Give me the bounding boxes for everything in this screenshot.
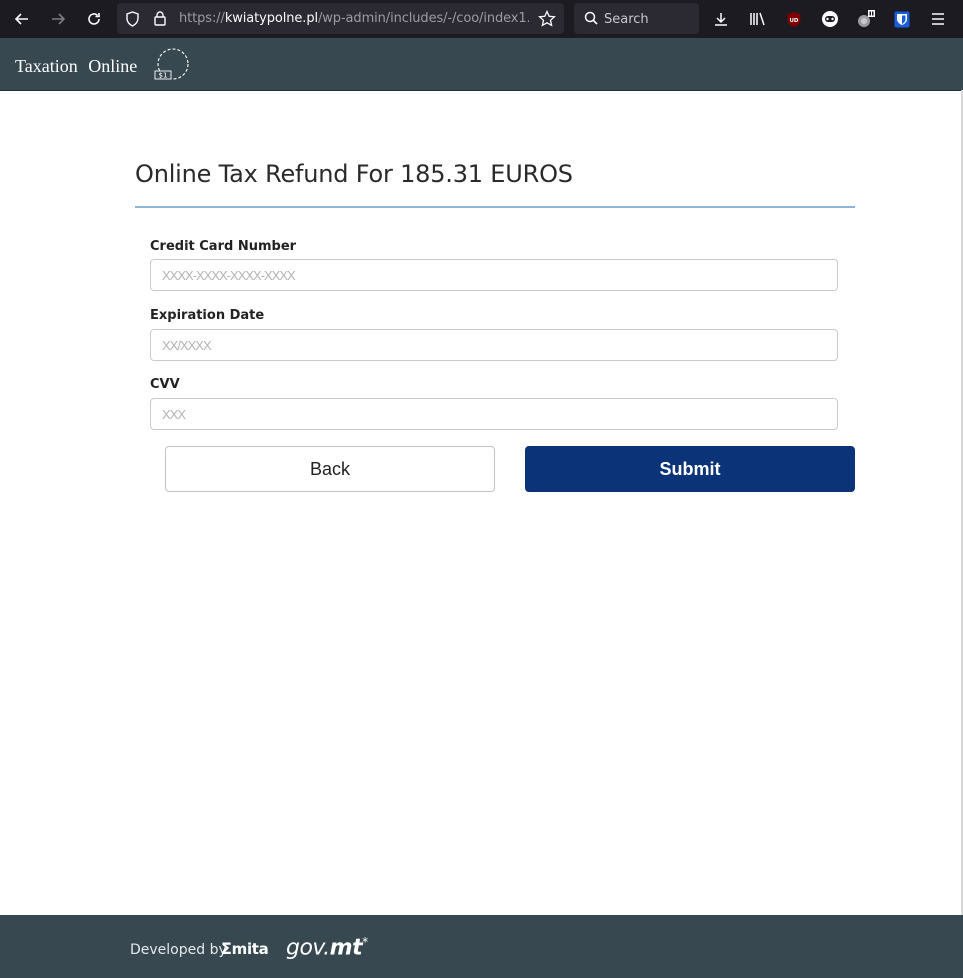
- site-header: Taxation Online $1: [0, 38, 963, 91]
- mita-logo[interactable]: Σmita: [221, 939, 269, 958]
- site-footer: Developed by Σmita gov.mt*: [0, 915, 963, 978]
- ublock-origin-icon[interactable]: UD: [782, 7, 806, 31]
- back-button[interactable]: Back: [165, 446, 495, 492]
- gov-mt-logo[interactable]: gov.mt*: [286, 935, 368, 960]
- search-bar[interactable]: Search: [574, 3, 699, 34]
- browser-toolbar: https://kwiatypolne.pl/wp-admin/includes…: [0, 0, 963, 38]
- extension-puzzle-icon[interactable]: [854, 7, 878, 31]
- ghost-extension-icon[interactable]: [818, 7, 842, 31]
- brand-title[interactable]: Taxation Online: [15, 56, 137, 77]
- expiration-date-input[interactable]: [150, 329, 838, 361]
- bookmark-star-icon[interactable]: [538, 9, 556, 32]
- cvv-label: CVV: [150, 377, 180, 392]
- url-text: https://kwiatypolne.pl/wp-admin/includes…: [179, 11, 529, 26]
- back-arrow-icon[interactable]: [8, 5, 36, 33]
- page-title: Online Tax Refund For 185.31 EUROS: [135, 160, 573, 188]
- credit-card-label: Credit Card Number: [150, 239, 297, 254]
- title-divider: [135, 206, 855, 208]
- address-bar[interactable]: https://kwiatypolne.pl/wp-admin/includes…: [117, 3, 564, 34]
- search-placeholder: Search: [604, 12, 649, 27]
- search-icon: [584, 11, 598, 30]
- lock-icon[interactable]: [153, 10, 167, 32]
- expiration-date-label: Expiration Date: [150, 308, 265, 323]
- mita-logo-text: mita: [231, 940, 269, 958]
- url-host: kwiatypolne.pl: [224, 11, 318, 26]
- credit-card-input[interactable]: [150, 259, 838, 291]
- gov-logo-suffix: mt: [329, 935, 363, 961]
- svg-text:$1: $1: [159, 72, 168, 80]
- developed-by-text: Developed by: [130, 942, 227, 958]
- svg-text:UD: UD: [789, 18, 798, 24]
- reload-icon[interactable]: [80, 5, 108, 33]
- library-icon[interactable]: [746, 7, 770, 31]
- gov-logo-prefix: gov.: [286, 935, 330, 961]
- forward-arrow-icon[interactable]: [44, 5, 72, 33]
- brand-logo-icon: $1: [153, 46, 193, 89]
- hamburger-menu-icon[interactable]: [926, 7, 950, 31]
- download-icon[interactable]: [709, 7, 733, 31]
- submit-button[interactable]: Submit: [525, 446, 855, 492]
- bitwarden-icon[interactable]: [890, 7, 914, 31]
- shield-icon[interactable]: [125, 11, 140, 32]
- cvv-input[interactable]: [150, 398, 838, 430]
